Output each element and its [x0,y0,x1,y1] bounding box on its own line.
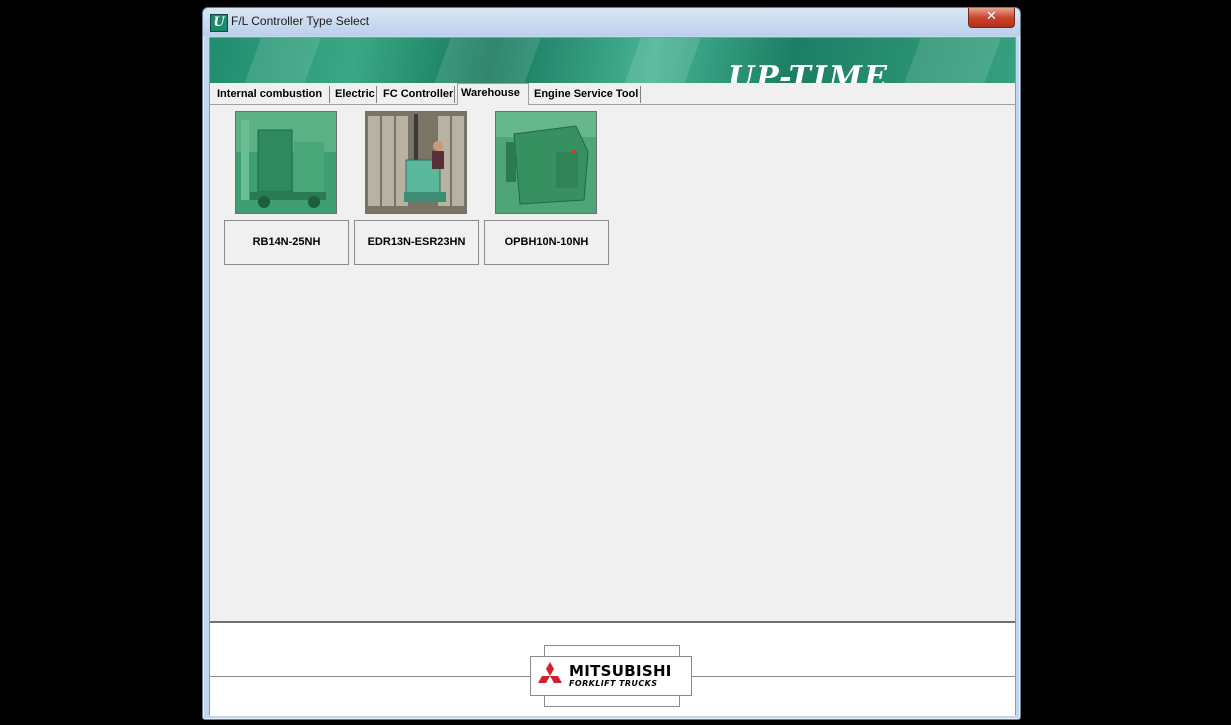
model-button-rb14n[interactable]: RB14N-25NH [224,220,349,265]
client-area: UP-TIME Internal combustion Electric FC … [209,37,1016,716]
tab-fc-controller[interactable]: FC Controller [380,86,455,103]
banner-logo-text: UP-TIME [728,60,889,83]
header-banner: UP-TIME [210,38,1015,83]
brand-logo: MITSUBISHI FORKLIFT TRUCKS [530,656,692,696]
pallet-truck-image [496,112,596,213]
footer-panel: MITSUBISHI FORKLIFT TRUCKS [210,621,1015,716]
tab-electric[interactable]: Electric [332,86,377,103]
brand-subtitle: FORKLIFT TRUCKS [569,679,658,688]
brand-name: MITSUBISHI [569,662,672,680]
window-title: F/L Controller Type Select [231,14,370,28]
order-picker-image [366,112,466,213]
model-thumbnail-edr13n[interactable] [365,111,467,214]
close-button[interactable]: ✕ [968,8,1015,28]
reach-truck-image [236,112,336,213]
tab-strip: Internal combustion Electric FC Controll… [210,83,1015,105]
tab-internal-combustion[interactable]: Internal combustion [214,86,330,103]
title-bar[interactable]: U F/L Controller Type Select ✕ [203,8,1020,36]
app-icon: U [210,14,228,32]
main-window: U F/L Controller Type Select ✕ UP-TIME I… [202,7,1021,720]
model-button-edr13n[interactable]: EDR13N-ESR23HN [354,220,479,265]
three-diamonds-icon [538,662,562,683]
tab-engine-service-tool[interactable]: Engine Service Tool [531,86,641,103]
model-thumbnail-rb14n[interactable] [235,111,337,214]
model-button-opbh10n[interactable]: OPBH10N-10NH [484,220,609,265]
tab-warehouse[interactable]: Warehouse [457,83,529,105]
model-thumbnail-opbh10n[interactable] [495,111,597,214]
